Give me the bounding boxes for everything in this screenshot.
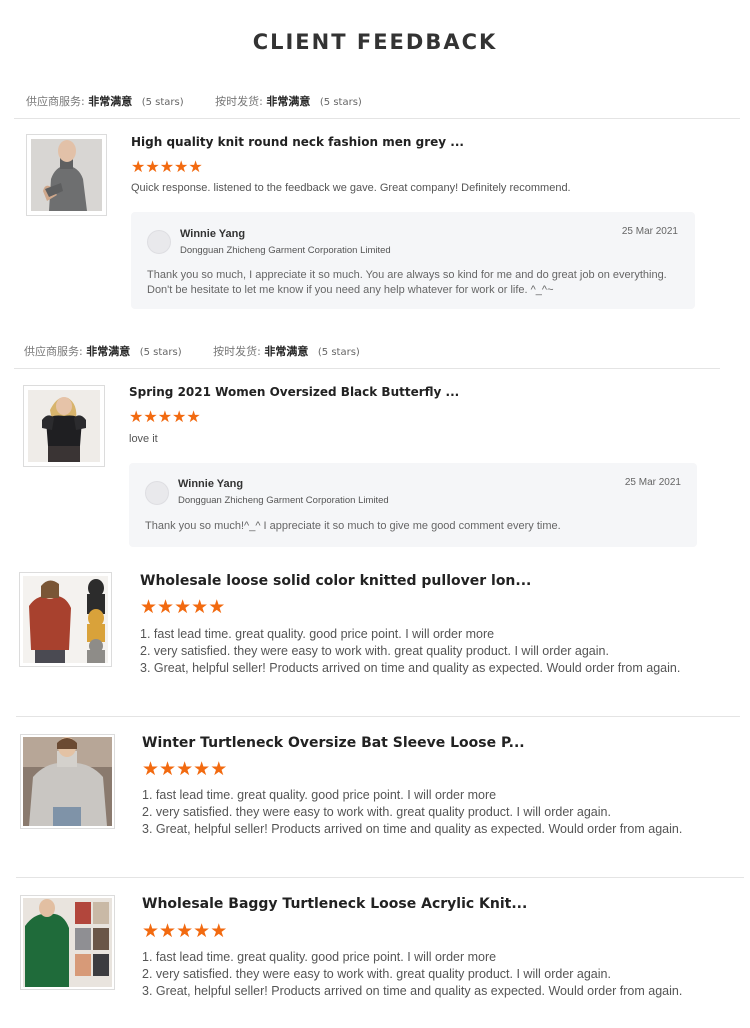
star-icon: ★ bbox=[193, 758, 211, 780]
review-line: 1. fast lead time. great quality. good p… bbox=[142, 788, 497, 802]
star-icon: ★ bbox=[176, 920, 194, 942]
review-line: 3. Great, helpful seller! Products arriv… bbox=[142, 984, 683, 998]
delivery-value: 非常满意 bbox=[264, 345, 309, 358]
service-label: 供应商服务: bbox=[24, 345, 83, 358]
product-image bbox=[31, 139, 102, 211]
review-text: Quick response. listened to the feedback… bbox=[131, 182, 571, 194]
star-icon: ★ bbox=[142, 758, 160, 780]
product-thumbnail[interactable] bbox=[26, 134, 107, 216]
product-title[interactable]: Wholesale Baggy Turtleneck Loose Acrylic… bbox=[142, 896, 527, 912]
service-stars-note: (5 stars) bbox=[141, 97, 184, 108]
star-icon: ★ bbox=[157, 407, 173, 426]
product-title[interactable]: High quality knit round neck fashion men… bbox=[131, 135, 464, 149]
service-stars-note: (5 stars) bbox=[139, 347, 182, 358]
reply-author: Winnie Yang bbox=[178, 478, 244, 490]
reply-text-line: Don't be hesitate to let me know if you … bbox=[147, 284, 554, 296]
product-image bbox=[23, 576, 108, 663]
divider bbox=[16, 877, 744, 878]
divider bbox=[14, 368, 720, 369]
review-text: love it bbox=[129, 433, 158, 445]
product-title[interactable]: Winter Turtleneck Oversize Bat Sleeve Lo… bbox=[142, 735, 525, 751]
star-icon: ★ bbox=[143, 407, 158, 426]
review-line: 2. very satisfied. they were easy to wor… bbox=[140, 644, 609, 658]
review-line: 1. fast lead time. great quality. good p… bbox=[142, 950, 497, 964]
review-line: 2. very satisfied. they were easy to wor… bbox=[142, 967, 611, 981]
rating-stars: ★★★★★ bbox=[142, 760, 227, 779]
star-icon: ★ bbox=[186, 407, 201, 426]
star-icon: ★ bbox=[176, 758, 194, 780]
star-icon: ★ bbox=[159, 157, 175, 176]
product-image bbox=[23, 898, 112, 987]
divider bbox=[16, 716, 740, 717]
divider bbox=[14, 118, 740, 119]
reply-date: 25 Mar 2021 bbox=[624, 477, 681, 488]
delivery-stars-note: (5 stars) bbox=[319, 97, 362, 108]
star-icon: ★ bbox=[159, 758, 177, 780]
star-icon: ★ bbox=[210, 758, 228, 780]
reply-text-line: Thank you so much, I appreciate it so mu… bbox=[147, 269, 667, 281]
service-rating: 供应商服务: 非常满意 (5 stars) bbox=[26, 93, 184, 109]
review-line: 3. Great, helpful seller! Products arriv… bbox=[140, 661, 681, 675]
delivery-stars-note: (5 stars) bbox=[317, 347, 360, 358]
review-line: 1. fast lead time. great quality. good p… bbox=[140, 627, 495, 641]
star-icon: ★ bbox=[193, 920, 211, 942]
avatar-placeholder-icon bbox=[145, 481, 169, 505]
reply-text-line: Thank you so much!^_^ I appreciate it so… bbox=[145, 520, 561, 532]
review-list: 1. fast lead time. great quality. good p… bbox=[140, 626, 680, 677]
summary-row: 供应商服务: 非常满意 (5 stars) 按时发货: 非常满意 (5 star… bbox=[24, 343, 360, 359]
rating-stars: ★★★★★ bbox=[131, 159, 203, 176]
service-value: 非常满意 bbox=[86, 345, 131, 358]
service-value: 非常满意 bbox=[88, 95, 133, 108]
star-icon: ★ bbox=[210, 920, 228, 942]
star-icon: ★ bbox=[208, 596, 226, 618]
reply-company: Dongguan Zhicheng Garment Corporation Li… bbox=[180, 245, 391, 256]
service-rating: 供应商服务: 非常满意 (5 stars) bbox=[24, 343, 182, 359]
reply-date: 25 Mar 2021 bbox=[621, 226, 678, 237]
star-icon: ★ bbox=[159, 920, 177, 942]
star-icon: ★ bbox=[191, 596, 209, 618]
delivery-label: 按时发货: bbox=[213, 345, 261, 358]
rating-stars: ★★★★★ bbox=[142, 922, 227, 941]
star-icon: ★ bbox=[145, 157, 160, 176]
page-title: CLIENT FEEDBACK bbox=[252, 30, 498, 54]
summary-row: 供应商服务: 非常满意 (5 stars) 按时发货: 非常满意 (5 star… bbox=[26, 93, 362, 109]
seller-reply: Winnie Yang Dongguan Zhicheng Garment Co… bbox=[131, 212, 695, 309]
product-thumbnail[interactable] bbox=[20, 734, 115, 829]
delivery-label: 按时发货: bbox=[215, 95, 263, 108]
product-thumbnail[interactable] bbox=[20, 895, 115, 990]
star-icon: ★ bbox=[188, 157, 203, 176]
reply-company: Dongguan Zhicheng Garment Corporation Li… bbox=[178, 495, 389, 506]
review-list: 1. fast lead time. great quality. good p… bbox=[142, 787, 682, 838]
reply-author: Winnie Yang bbox=[180, 228, 246, 240]
star-icon: ★ bbox=[174, 157, 189, 176]
delivery-value: 非常满意 bbox=[266, 95, 311, 108]
star-icon: ★ bbox=[174, 596, 192, 618]
delivery-rating: 按时发货: 非常满意 (5 stars) bbox=[215, 93, 362, 109]
rating-stars: ★★★★★ bbox=[140, 598, 225, 617]
review-list: 1. fast lead time. great quality. good p… bbox=[142, 949, 682, 1000]
review-line: 3. Great, helpful seller! Products arriv… bbox=[142, 822, 683, 836]
avatar-placeholder-icon bbox=[147, 230, 171, 254]
delivery-rating: 按时发货: 非常满意 (5 stars) bbox=[213, 343, 360, 359]
product-image bbox=[23, 737, 112, 826]
seller-reply: Winnie Yang Dongguan Zhicheng Garment Co… bbox=[129, 463, 697, 547]
star-icon: ★ bbox=[172, 407, 187, 426]
service-label: 供应商服务: bbox=[26, 95, 85, 108]
star-icon: ★ bbox=[129, 407, 144, 426]
star-icon: ★ bbox=[131, 157, 146, 176]
star-icon: ★ bbox=[157, 596, 175, 618]
star-icon: ★ bbox=[140, 596, 158, 618]
product-title[interactable]: Spring 2021 Women Oversized Black Butter… bbox=[129, 385, 459, 399]
product-title[interactable]: Wholesale loose solid color knitted pull… bbox=[140, 573, 531, 589]
product-image bbox=[28, 390, 100, 462]
product-thumbnail[interactable] bbox=[23, 385, 105, 467]
product-thumbnail[interactable] bbox=[19, 572, 112, 667]
rating-stars: ★★★★★ bbox=[129, 409, 201, 426]
star-icon: ★ bbox=[142, 920, 160, 942]
review-line: 2. very satisfied. they were easy to wor… bbox=[142, 805, 611, 819]
